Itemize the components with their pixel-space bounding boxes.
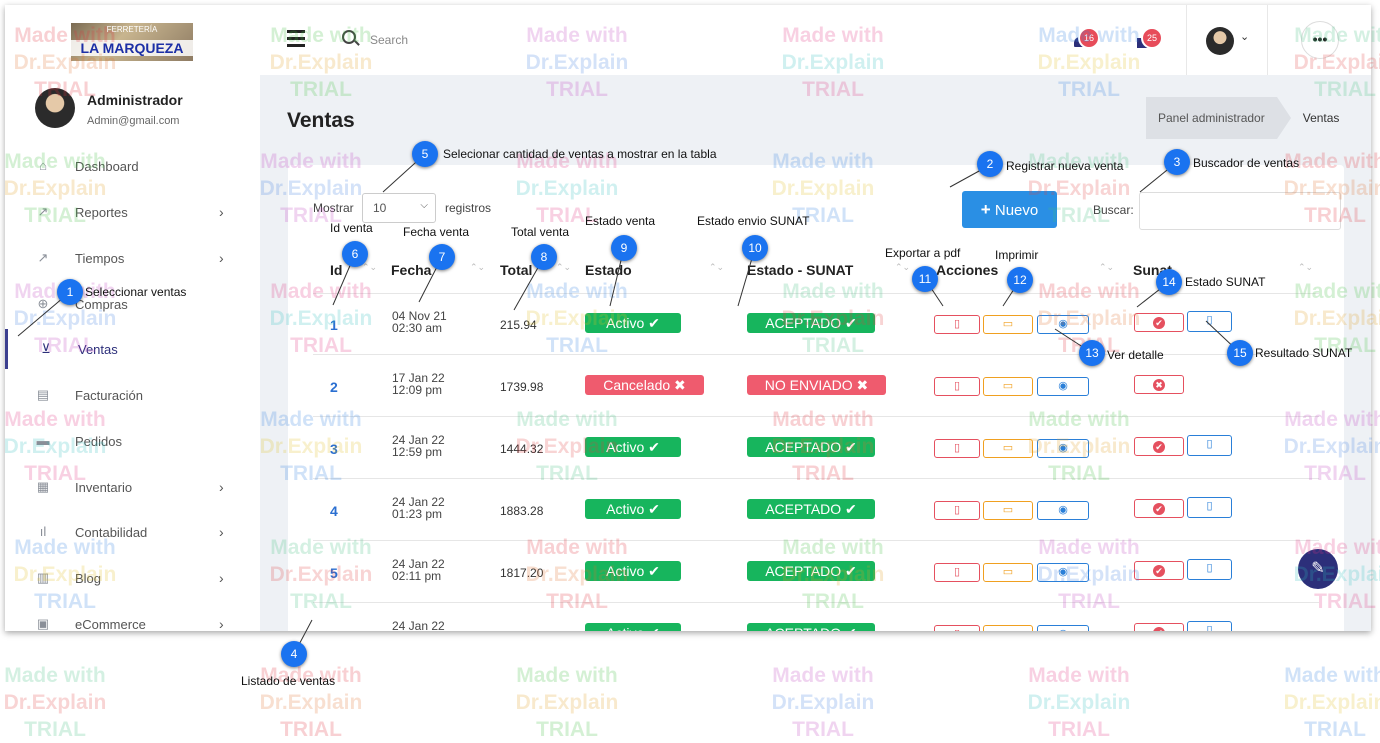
callout-label: Imprimir xyxy=(995,248,1039,262)
callout-badge: 1 xyxy=(57,279,83,305)
callout-label: Resultado SUNAT xyxy=(1255,346,1353,360)
callout-label: Exportar a pdf xyxy=(885,246,961,260)
watermark-text: TRIAL xyxy=(1304,718,1366,741)
callout-badge: 3 xyxy=(1164,149,1190,175)
watermark-text: TRIAL xyxy=(792,718,854,741)
watermark-text: TRIAL xyxy=(536,718,598,741)
callout-badge: 2 xyxy=(977,151,1003,177)
watermark-text: TRIAL xyxy=(280,718,342,741)
callout-label: Buscador de ventas xyxy=(1193,156,1300,170)
callout-lines xyxy=(17,153,1241,655)
watermark-text: TRIAL xyxy=(24,718,86,741)
callout-badge: 6 xyxy=(342,241,368,267)
callout-label: Total venta xyxy=(511,225,570,239)
callout-label: Listado de ventas xyxy=(241,674,336,688)
callout-label: Fecha venta xyxy=(403,225,470,239)
callout-badge: 14 xyxy=(1156,269,1182,295)
callout-label: Registrar nueva venta xyxy=(1006,159,1124,173)
callout-badge: 8 xyxy=(531,244,557,270)
callout-badge: 15 xyxy=(1227,340,1253,366)
watermark-text: TRIAL xyxy=(1048,718,1110,741)
callout-badge: 11 xyxy=(912,266,938,292)
callout-badge: 13 xyxy=(1079,340,1105,366)
callout-label: Id venta xyxy=(330,221,373,235)
callout-label: Seleccionar ventas xyxy=(85,285,187,299)
callout-badge: 10 xyxy=(742,235,768,261)
callout-label: Estado envio SUNAT xyxy=(697,214,810,228)
callout-badge: 4 xyxy=(281,641,307,667)
callout-label: Estado venta xyxy=(585,214,656,228)
callout-badge: 7 xyxy=(429,244,455,270)
callout-label: Ver detalle xyxy=(1107,348,1164,362)
callout-label: Estado SUNAT xyxy=(1185,275,1266,289)
callout-badge: 5 xyxy=(412,141,438,167)
callout-badge: 9 xyxy=(611,235,637,261)
callout-label: Selecionar cantidad de ventas a mostrar … xyxy=(443,147,717,161)
callout-badge: 12 xyxy=(1007,267,1033,293)
